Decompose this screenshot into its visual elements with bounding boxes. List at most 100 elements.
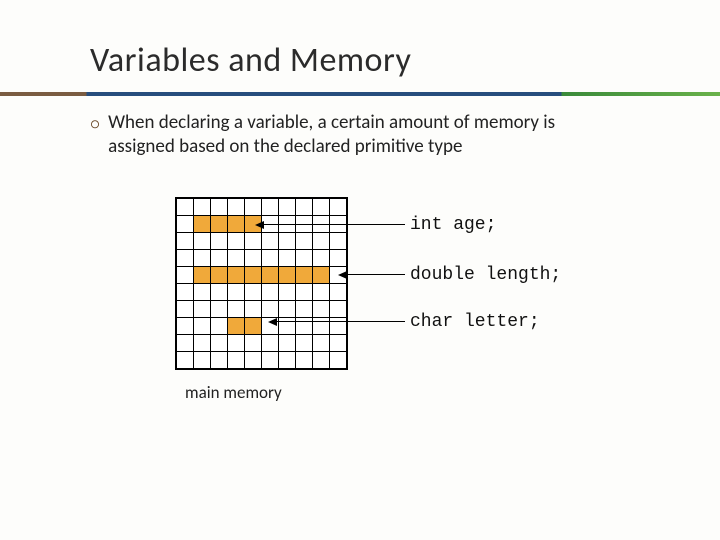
memory-cell [330,198,347,215]
memory-cell [211,283,228,300]
memory-cell [194,232,211,249]
memory-cell [313,266,330,283]
memory-cell [245,334,262,351]
memory-cell [245,300,262,317]
memory-cell [262,232,279,249]
slide: Variables and Memory ၀ When declaring a … [0,0,720,540]
memory-cell [228,283,245,300]
memory-cell [279,283,296,300]
memory-cell [211,351,228,368]
memory-cell [262,283,279,300]
memory-cell [279,266,296,283]
memory-cell [194,249,211,266]
memory-cell [330,232,347,249]
memory-cell [228,317,245,334]
memory-cell [262,300,279,317]
memory-cell [279,300,296,317]
memory-cell [177,215,194,232]
memory-cell [296,300,313,317]
memory-cell [211,249,228,266]
memory-cell [194,317,211,334]
memory-cell [228,300,245,317]
memory-cell [296,266,313,283]
memory-cell [296,317,313,334]
memory-cell [296,283,313,300]
memory-cell [194,334,211,351]
memory-cell [228,334,245,351]
memory-cell [262,198,279,215]
memory-cell [194,215,211,232]
memory-cell [177,198,194,215]
memory-cell [245,249,262,266]
memory-cell [313,300,330,317]
memory-cell [296,249,313,266]
memory-cell [228,232,245,249]
memory-cell [194,198,211,215]
memory-cell [228,215,245,232]
memory-cell [245,283,262,300]
memory-cell [194,283,211,300]
code-label-double: double length; [410,265,561,285]
memory-cell [313,232,330,249]
memory-cell [262,334,279,351]
memory-cell [279,198,296,215]
memory-cell [296,334,313,351]
memory-cell [194,351,211,368]
memory-cell [279,317,296,334]
memory-cell [211,266,228,283]
memory-cell [330,283,347,300]
slide-title: Variables and Memory [90,40,670,81]
memory-cell [313,249,330,266]
memory-cell [211,215,228,232]
memory-cell [262,249,279,266]
code-label-char: char letter; [410,312,540,332]
bullet-item: ၀ When declaring a variable, a certain a… [90,111,610,159]
memory-cell [177,351,194,368]
memory-cell [330,249,347,266]
memory-cell [245,266,262,283]
memory-caption: main memory [185,382,282,403]
memory-cell [279,232,296,249]
arrowhead-icon [338,271,347,279]
memory-cell [211,232,228,249]
arrowhead-icon [268,318,277,326]
memory-cell [245,351,262,368]
memory-cell [177,266,194,283]
memory-cell [228,198,245,215]
memory-diagram: main memory int age; double length; char… [90,187,670,447]
memory-cell [313,317,330,334]
memory-cell [279,351,296,368]
title-underline [0,92,720,96]
memory-cell [279,249,296,266]
arrowhead-icon [255,221,264,229]
memory-cell [177,249,194,266]
memory-cell [211,317,228,334]
memory-cell [330,300,347,317]
memory-cell [313,334,330,351]
memory-cell [177,334,194,351]
memory-cell [194,266,211,283]
memory-cell [245,198,262,215]
memory-cell [296,232,313,249]
memory-cell [313,198,330,215]
memory-cell [279,334,296,351]
memory-cell [177,283,194,300]
memory-cell [194,300,211,317]
memory-cell [211,334,228,351]
memory-cell [177,317,194,334]
memory-cell [245,317,262,334]
memory-cell [313,351,330,368]
memory-cell [211,198,228,215]
memory-cell [228,266,245,283]
memory-cell [228,351,245,368]
bullet-glyph-icon: ၀ [90,111,100,134]
memory-cell [330,317,347,334]
memory-cell [296,198,313,215]
memory-cell [245,232,262,249]
memory-cell [296,351,313,368]
memory-cell [313,283,330,300]
memory-cell [262,266,279,283]
memory-cell [211,300,228,317]
bullet-text: When declaring a variable, a certain amo… [108,111,610,159]
slide-body: ၀ When declaring a variable, a certain a… [90,111,670,447]
